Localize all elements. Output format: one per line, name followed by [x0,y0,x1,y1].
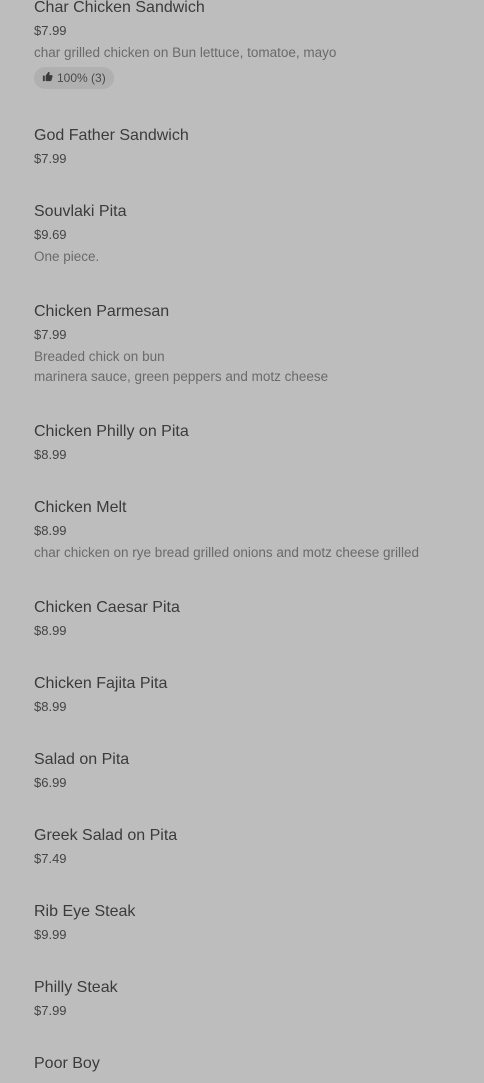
item-price: $7.99 [34,23,67,38]
item-name: Rib Eye Steak [34,903,136,920]
item-name: Greek Salad on Pita [34,827,178,844]
item-description: char grilled chicken on Bun lettuce, tom… [34,45,337,60]
item-name: Chicken Philly on Pita [34,423,189,440]
menu-item-chicken-caesar-pita[interactable]: Chicken Caesar Pita $8.99 [34,598,464,639]
menu-item-god-father-sandwich[interactable]: God Father Sandwich $7.99 [34,126,464,167]
item-name: Chicken Caesar Pita [34,599,180,616]
menu-item-char-chicken-sandwich[interactable]: Char Chicken Sandwich $7.99 char grilled… [34,0,464,89]
menu-item-chicken-parmesan[interactable]: Chicken Parmesan $7.99 Breaded chick on … [34,302,464,387]
menu-item-chicken-melt[interactable]: Chicken Melt $8.99 char chicken on rye b… [34,498,464,563]
item-price: $8.99 [34,623,67,638]
rating-badge: 100% (3) [34,67,114,89]
item-name: Chicken Melt [34,499,127,516]
menu-item-salad-on-pita[interactable]: Salad on Pita $6.99 [34,750,464,791]
item-description-line-2: marinera sauce, green peppers and motz c… [34,369,329,384]
menu-item-chicken-philly-on-pita[interactable]: Chicken Philly on Pita $8.99 [34,422,464,463]
item-price: $7.99 [34,327,67,342]
item-name: Chicken Fajita Pita [34,675,168,692]
menu-list: Char Chicken Sandwich $7.99 char grilled… [0,0,484,1083]
item-price: $8.99 [34,447,67,462]
rating-text: 100% (3) [57,71,106,85]
item-price: $8.99 [34,699,67,714]
item-name: Salad on Pita [34,751,130,768]
item-price: $9.69 [34,227,67,242]
menu-item-poor-boy[interactable]: Poor Boy [34,1054,464,1074]
menu-item-chicken-fajita-pita[interactable]: Chicken Fajita Pita $8.99 [34,674,464,715]
item-price: $7.99 [34,1003,67,1018]
menu-item-souvlaki-pita[interactable]: Souvlaki Pita $9.69 One piece. [34,202,464,267]
item-name: God Father Sandwich [34,127,189,144]
item-price: $6.99 [34,775,67,790]
item-price: $7.49 [34,851,67,866]
item-price: $8.99 [34,523,67,538]
item-price: $7.99 [34,151,67,166]
menu-item-greek-salad-on-pita[interactable]: Greek Salad on Pita $7.49 [34,826,464,867]
item-name: Char Chicken Sandwich [34,0,205,16]
item-name: Chicken Parmesan [34,303,170,320]
item-name: Poor Boy [34,1055,100,1072]
item-name: Philly Steak [34,979,118,996]
item-description: char chicken on rye bread grilled onions… [34,545,419,560]
menu-item-philly-steak[interactable]: Philly Steak $7.99 [34,978,464,1019]
item-price: $9.99 [34,927,67,942]
item-name: Souvlaki Pita [34,203,127,220]
menu-item-rib-eye-steak[interactable]: Rib Eye Steak $9.99 [34,902,464,943]
item-description: One piece. [34,249,100,264]
item-description: Breaded chick on bun [34,349,165,364]
thumbs-up-icon [42,71,53,85]
